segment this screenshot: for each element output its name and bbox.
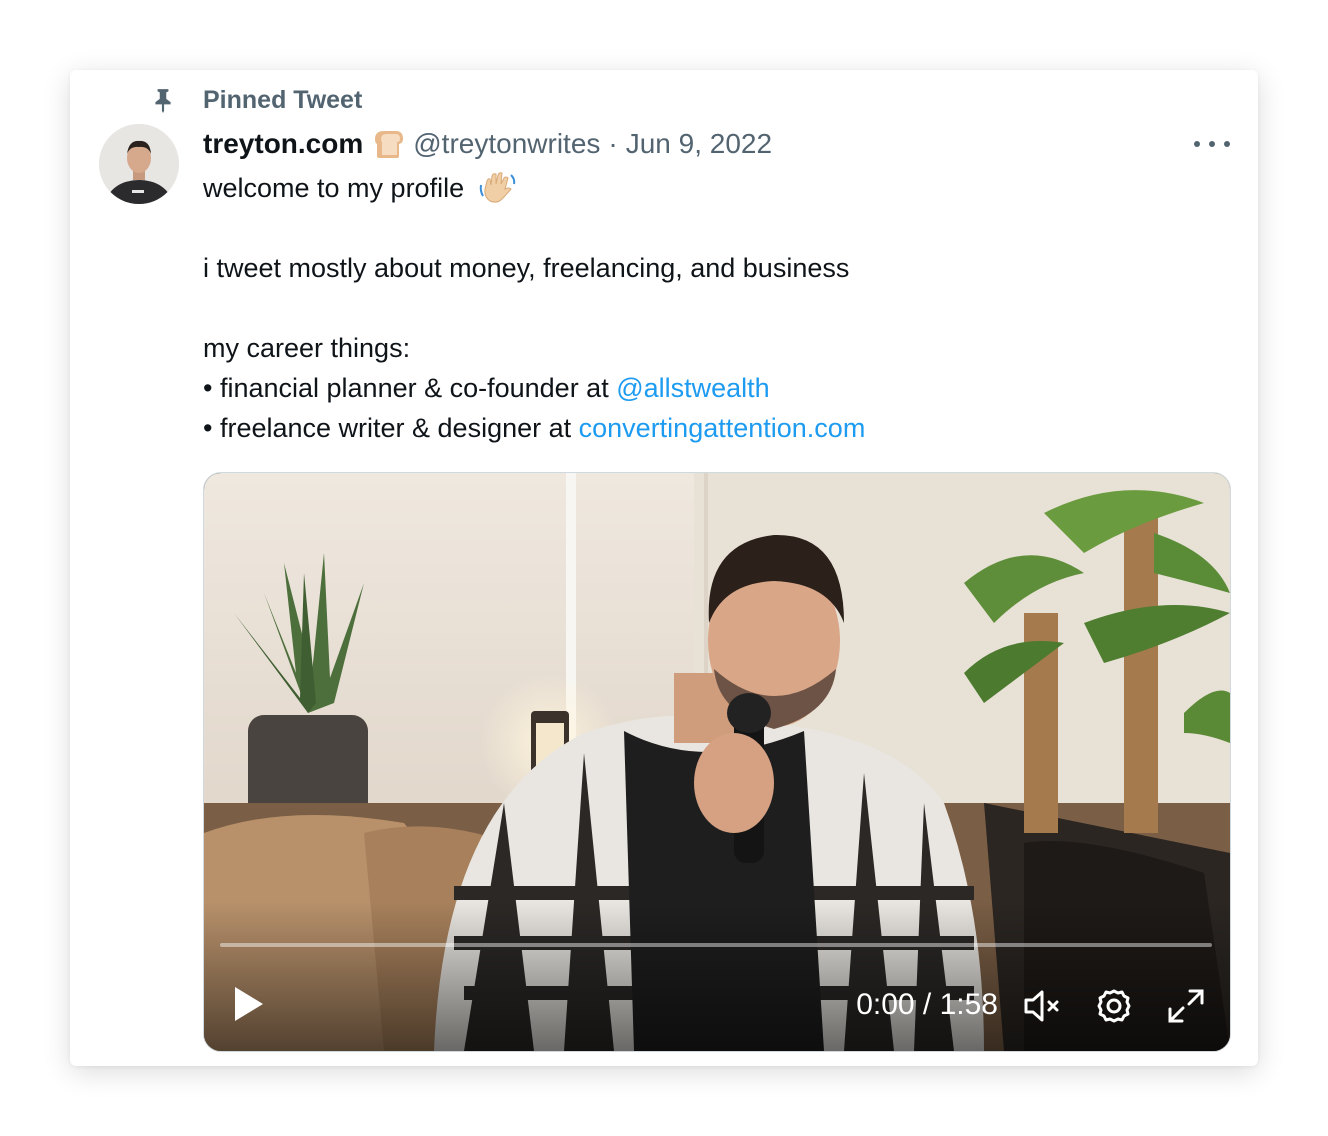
muted-speaker-icon [1024, 990, 1059, 1022]
tweet-text: welcome to my profile i tweet mostly abo… [203, 168, 1223, 448]
settings-button[interactable] [1094, 987, 1134, 1025]
url-link-convertingattention[interactable]: convertingattention.com [579, 413, 866, 443]
tweet-line-3: my career things: [203, 333, 411, 363]
bread-emoji-icon [375, 131, 404, 158]
tweet-line-5: • freelance writer & designer at convert… [203, 413, 866, 443]
avatar[interactable] [99, 124, 179, 204]
mute-button[interactable] [1022, 987, 1062, 1025]
tweet-line-2: i tweet mostly about money, freelancing,… [203, 253, 850, 283]
waving-hand-emoji-icon [479, 172, 515, 203]
pin-icon [155, 89, 171, 113]
avatar-photo [99, 124, 179, 204]
tweet-line-4: • financial planner & co-founder at @all… [203, 373, 770, 403]
fullscreen-button[interactable] [1166, 987, 1206, 1025]
author-name[interactable]: treyton.com [203, 128, 363, 160]
video-progress-bar[interactable] [220, 943, 1212, 947]
play-icon [235, 987, 263, 1021]
more-options-icon [1194, 141, 1200, 147]
video-player[interactable]: 0:00 / 1:58 [203, 472, 1231, 1052]
pinned-tweet-label: Pinned Tweet [203, 86, 363, 114]
tweet-line-1: welcome to my profile [203, 168, 1223, 208]
author-handle[interactable]: @treytonwrites [413, 128, 600, 160]
gear-icon [1097, 989, 1131, 1023]
tweet-header: treyton.com @treytonwrites · Jun 9, 2022 [203, 126, 772, 162]
separator-dot: · [608, 128, 618, 159]
pin-indicator [150, 84, 176, 116]
tweet-date[interactable]: Jun 9, 2022 [626, 128, 772, 160]
expand-icon [1168, 989, 1204, 1023]
video-time: 0:00 / 1:58 [856, 988, 998, 1021]
play-button[interactable] [232, 985, 266, 1023]
mention-link-allstwealth[interactable]: @allstwealth [616, 373, 769, 403]
tweet-card[interactable]: Pinned Tweet treyton.com @treytonwrites … [70, 70, 1258, 1066]
more-options-button[interactable] [1194, 134, 1230, 154]
